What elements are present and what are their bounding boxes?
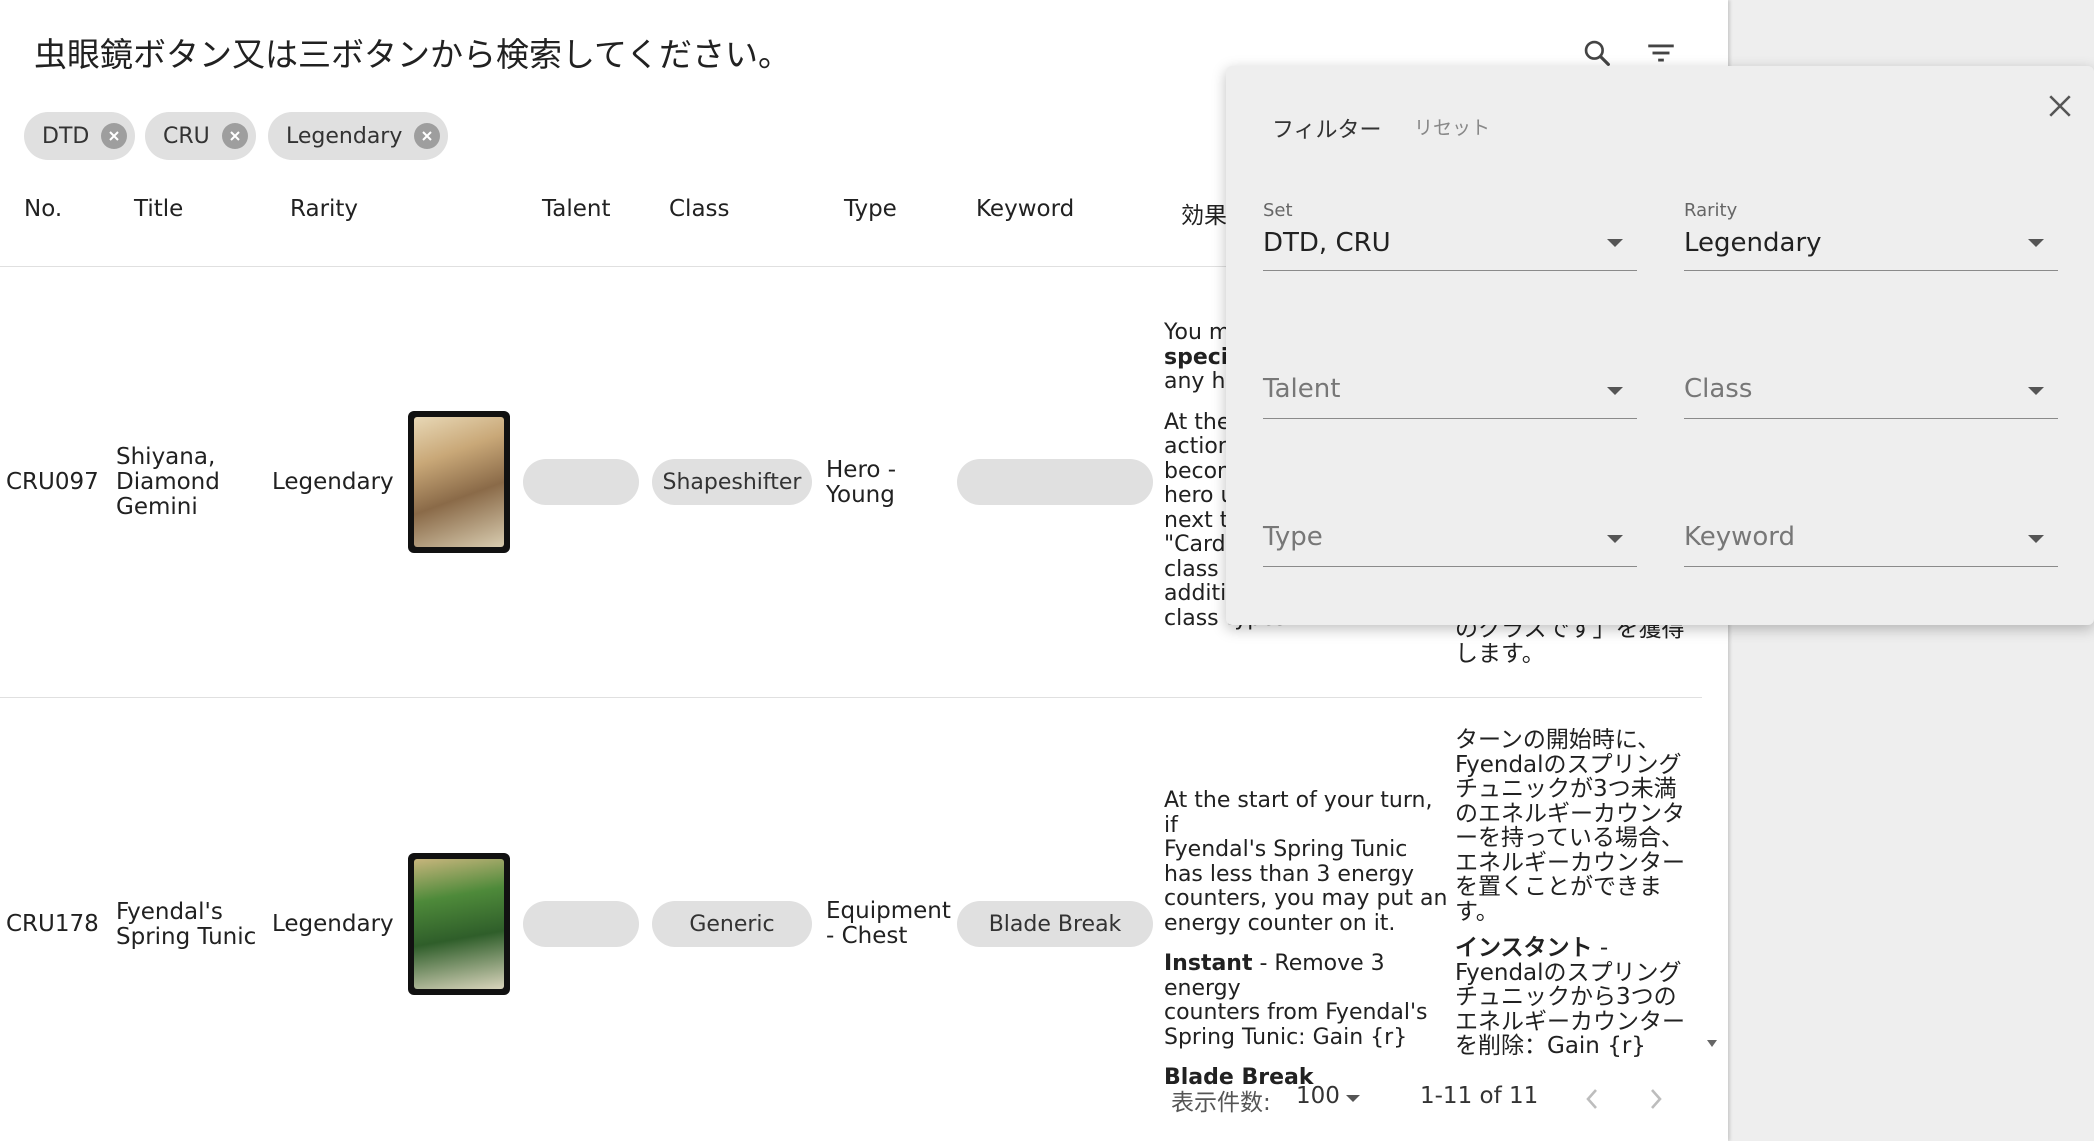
rarity-select[interactable]: Rarity Legendary [1684, 194, 2058, 271]
close-icon [2049, 95, 2071, 117]
dropdown-arrow-icon [2028, 387, 2044, 395]
chip-legendary: Legendary [268, 112, 449, 160]
column-header-no[interactable]: No. [24, 196, 62, 222]
row-divider [0, 697, 1702, 698]
pagination-range: 1-11 of 11 [1420, 1083, 1539, 1109]
previous-page-button[interactable] [1577, 1082, 1607, 1116]
dropdown-arrow-icon[interactable] [1346, 1095, 1360, 1102]
card-image[interactable] [408, 853, 510, 995]
chip-remove-button[interactable] [221, 123, 248, 149]
scrollbar-down-arrow[interactable] [1707, 1040, 1717, 1047]
search-icon [1584, 40, 1610, 66]
dropdown-arrow-icon [1607, 239, 1623, 247]
chip-remove-icon [422, 131, 433, 141]
dropdown-arrow-icon [2028, 239, 2044, 247]
chevron-right-icon [1651, 1089, 1662, 1109]
cell-type: Equipment - Chest [826, 898, 951, 949]
reset-button[interactable]: リセット [1414, 113, 1490, 140]
column-header-effect[interactable]: 効果 [1181, 196, 1227, 230]
filter-panel: フィルター リセット Set DTD, CRU Rarity Legendary… [1226, 66, 2094, 625]
talent-select[interactable]: Talent [1263, 342, 1637, 419]
close-button[interactable] [2040, 86, 2080, 126]
type-select[interactable]: Type [1263, 490, 1637, 567]
cell-title: Shiyana, Diamond Gemini [116, 444, 220, 520]
dropdown-arrow-icon [2028, 535, 2044, 543]
chevron-left-icon [1586, 1089, 1597, 1109]
chip-label: DTD [42, 123, 90, 149]
column-header-keyword[interactable]: Keyword [976, 196, 1074, 222]
chip-label: Legendary [286, 123, 403, 149]
column-header-talent[interactable]: Talent [542, 196, 610, 222]
search-prompt: 虫眼鏡ボタン又は三ボタンから検索してください。 [34, 35, 792, 74]
cell-effect-en: At the start of your turn, if Fyendal's … [1164, 788, 1448, 1090]
chip-remove-icon [230, 131, 240, 141]
keyword-pill: Blade Break [957, 901, 1153, 947]
column-header-class[interactable]: Class [669, 196, 730, 222]
rows-per-page-label: 表示件数: [1171, 1090, 1271, 1116]
chip-remove-button[interactable] [101, 123, 128, 149]
keyword-pill [957, 459, 1153, 505]
dropdown-arrow-icon [1607, 387, 1623, 395]
filter-list-icon [1648, 44, 1674, 62]
cell-type: Hero - Young [826, 457, 897, 508]
chip-remove-button[interactable] [414, 123, 441, 149]
chip-label: CRU [163, 123, 210, 149]
rows-per-page-select[interactable]: 100 [1296, 1083, 1340, 1109]
talent-pill [523, 901, 639, 947]
filter-panel-title: フィルター [1272, 118, 1382, 143]
class-select[interactable]: Class [1684, 342, 2058, 419]
cell-title: Fyendal's Spring Tunic [116, 899, 257, 950]
keyword-select[interactable]: Keyword [1684, 490, 2058, 567]
column-header-type[interactable]: Type [844, 196, 897, 222]
class-pill: Generic [652, 901, 812, 947]
talent-pill [523, 459, 639, 505]
cell-rarity: Legendary [272, 911, 394, 937]
chip-remove-icon [109, 131, 120, 141]
dropdown-arrow-icon [1607, 535, 1623, 543]
chip-dtd: DTD [24, 112, 136, 160]
set-select[interactable]: Set DTD, CRU [1263, 194, 1637, 271]
next-page-button[interactable] [1641, 1082, 1671, 1116]
cell-no: CRU178 [6, 911, 99, 937]
class-pill: Shapeshifter [652, 459, 812, 505]
column-header-title[interactable]: Title [134, 196, 183, 222]
cell-no: CRU097 [6, 469, 99, 495]
card-image[interactable] [408, 411, 510, 553]
chip-cru: CRU [145, 112, 256, 160]
cell-rarity: Legendary [272, 469, 394, 495]
column-header-rarity[interactable]: Rarity [290, 196, 358, 222]
cell-effect-jp: ターンの開始時に、 Fyendalのスプリング チュニックが3つ未満 のエネルギ… [1455, 728, 1685, 1058]
